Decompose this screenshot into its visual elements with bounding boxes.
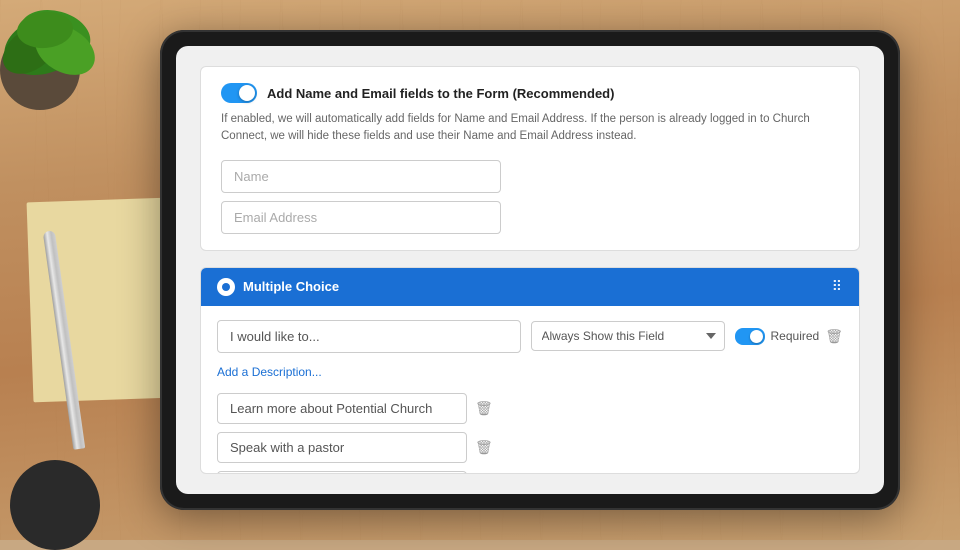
choice-delete-icon-1[interactable]: 🗑 [475, 400, 493, 417]
required-toggle[interactable] [735, 328, 765, 345]
tablet-screen: Add Name and Email fields to the Form (R… [176, 46, 884, 494]
toggle-section: Add Name and Email fields to the Form (R… [200, 66, 860, 251]
list-item: 🗑 [217, 432, 843, 463]
add-name-email-toggle[interactable] [221, 83, 257, 103]
email-field[interactable]: Email Address [221, 201, 501, 234]
mc-header: Multiple Choice ⠿ [201, 268, 859, 306]
notebook-decoration [27, 198, 174, 403]
show-field-select[interactable]: Always Show this FieldConditionally Show… [531, 321, 725, 351]
list-item: 🗑 [217, 471, 843, 475]
toggle-label: Add Name and Email fields to the Form (R… [267, 86, 614, 101]
toggle-description: If enabled, we will automatically add fi… [221, 111, 839, 146]
coffee-cup-decoration [10, 460, 100, 550]
required-row: Required 🗑 [735, 328, 843, 345]
plant-decoration [0, 0, 110, 120]
choice-input-3[interactable] [217, 471, 467, 475]
multiple-choice-icon [217, 278, 235, 296]
required-label: Required [771, 329, 820, 343]
multiple-choice-section: Multiple Choice ⠿ Always Show this Field… [200, 267, 860, 475]
tablet-frame: Add Name and Email fields to the Form (R… [160, 30, 900, 510]
mc-title: Multiple Choice [243, 279, 339, 294]
name-field[interactable]: Name [221, 160, 501, 193]
toggle-row: Add Name and Email fields to the Form (R… [221, 83, 839, 103]
mc-question-row: Always Show this FieldConditionally Show… [217, 320, 843, 353]
choice-delete-icon-2[interactable]: 🗑 [475, 439, 493, 456]
list-item: 🗑 [217, 393, 843, 424]
content-area: Add Name and Email fields to the Form (R… [176, 46, 884, 494]
question-input[interactable] [217, 320, 521, 353]
mc-body: Always Show this FieldConditionally Show… [201, 306, 859, 475]
grid-icon[interactable]: ⠿ [832, 278, 843, 295]
mc-header-left: Multiple Choice [217, 278, 339, 296]
choice-input-2[interactable] [217, 432, 467, 463]
add-description-link[interactable]: Add a Description... [217, 365, 322, 379]
question-delete-icon[interactable]: 🗑 [825, 328, 843, 345]
choice-input-1[interactable] [217, 393, 467, 424]
